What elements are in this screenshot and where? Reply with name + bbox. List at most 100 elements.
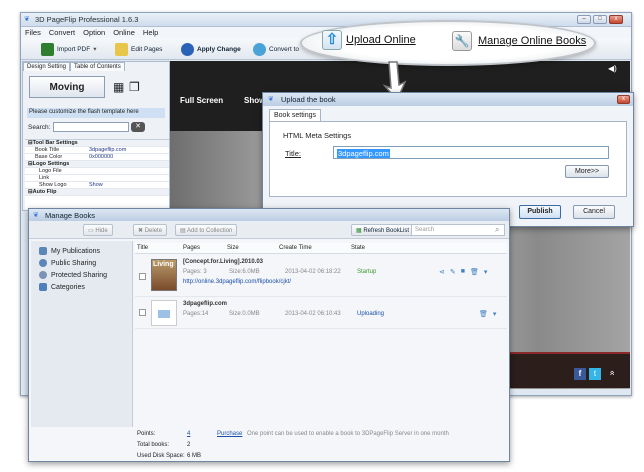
- search-icon[interactable]: ⌕: [495, 225, 499, 235]
- manage-online-books-label: Manage Online Books: [478, 35, 587, 47]
- upload-online-label: Upload Online: [346, 34, 416, 46]
- property-group[interactable]: ⊟Tool Bar Settings: [25, 140, 169, 147]
- collection-icon: ▤: [180, 228, 186, 234]
- book-cover-thumbnail[interactable]: Living: [151, 259, 177, 291]
- copy-icon[interactable]: ❐: [129, 80, 140, 94]
- row-checkbox[interactable]: [139, 273, 146, 280]
- sidebar-item-categories[interactable]: Categories: [39, 283, 85, 291]
- book-size: Size:0.0MB: [229, 311, 260, 317]
- import-pdf-button[interactable]: Import PDF ▾: [41, 41, 97, 57]
- sidebar-label: My Publications: [51, 247, 101, 255]
- publications-icon: [39, 247, 47, 255]
- col-size[interactable]: Size: [227, 245, 239, 251]
- col-title[interactable]: Title: [137, 245, 148, 251]
- add-to-collection-label: Add to Collection: [187, 228, 233, 234]
- share-icon[interactable]: ⋖: [439, 268, 445, 276]
- book-url-link[interactable]: http://online.3dpageflip.com/flipbook/cj…: [183, 279, 291, 285]
- globe-icon: [39, 259, 47, 267]
- menu-files[interactable]: Files: [21, 27, 45, 37]
- book-pages: Pages: 3: [183, 269, 207, 275]
- sidebar-label: Public Sharing: [51, 259, 97, 267]
- property-row[interactable]: Book Title 3dpageflip.com: [25, 147, 169, 154]
- add-to-collection-button[interactable]: ▤ Add to Collection: [175, 224, 238, 236]
- convert-icon: [253, 42, 266, 56]
- chevron-down-icon[interactable]: ▾: [493, 310, 497, 318]
- books-table-header: Title Pages Size Create Time State: [135, 243, 507, 254]
- template-icon[interactable]: ▦: [113, 80, 124, 94]
- property-group[interactable]: ⊟Auto Flip: [25, 189, 169, 196]
- chevron-down-icon[interactable]: ▾: [484, 268, 488, 276]
- tab-table-of-contents[interactable]: Table of Contents: [70, 62, 125, 71]
- template-button[interactable]: Moving: [29, 76, 105, 98]
- sidebar-label: Categories: [51, 283, 85, 291]
- tab-design-setting[interactable]: Design Setting: [23, 62, 71, 71]
- delete-icon: ✖: [138, 228, 144, 234]
- edit-icon[interactable]: ✎: [450, 268, 456, 276]
- customize-note: Please customize the flash template here: [27, 108, 165, 118]
- property-search-input[interactable]: [53, 122, 129, 132]
- menu-help[interactable]: Help: [139, 27, 162, 37]
- menu-online[interactable]: Online: [109, 27, 139, 37]
- book-state: Uploading: [357, 311, 385, 317]
- convert-button[interactable]: Convert to: [253, 41, 299, 57]
- upload-dialog-title: Upload the book: [281, 95, 336, 104]
- property-group[interactable]: ⊟Logo Settings: [25, 161, 169, 168]
- search-label: Search:: [28, 124, 51, 131]
- col-state[interactable]: State: [351, 245, 365, 251]
- template-label: Moving: [49, 81, 85, 93]
- col-create-time[interactable]: Create Time: [279, 245, 312, 251]
- total-books-label: Total books:: [137, 442, 170, 448]
- property-row[interactable]: Logo File: [25, 168, 169, 175]
- apply-change-button[interactable]: Apply Change: [181, 41, 241, 57]
- row-checkbox[interactable]: [139, 309, 146, 316]
- disk-space-value: 6 MB: [187, 453, 202, 459]
- sidebar-item-my-publications[interactable]: My Publications: [39, 247, 100, 255]
- property-row[interactable]: Show Logo Show: [25, 182, 169, 189]
- book-title-input[interactable]: 3dpageflip.com: [333, 146, 609, 159]
- manage-online-books-button[interactable]: 🔧 Manage Online Books: [452, 31, 586, 51]
- menu-convert[interactable]: Convert: [45, 27, 79, 37]
- row-actions: 🗑 ▾: [479, 310, 496, 318]
- upload-online-button[interactable]: ⇧ Upload Online: [322, 30, 416, 50]
- book-time: 2013-04-02 06:18:22: [285, 269, 341, 275]
- stop-icon[interactable]: ■: [461, 268, 465, 276]
- menu-option[interactable]: Option: [79, 27, 109, 37]
- edit-pages-icon: [115, 42, 128, 56]
- col-pages[interactable]: Pages: [183, 245, 200, 251]
- publish-button[interactable]: Publish: [519, 205, 561, 219]
- hide-button[interactable]: ▭ Hide: [83, 224, 113, 236]
- cover-placeholder: [158, 310, 170, 318]
- sidebar-item-public-sharing[interactable]: Public Sharing: [39, 259, 96, 267]
- upload-close-button[interactable]: x: [617, 95, 630, 104]
- purchase-link[interactable]: Purchase: [217, 431, 242, 437]
- cancel-button[interactable]: Cancel: [573, 205, 615, 219]
- app-icon: ❦: [268, 96, 274, 103]
- delete-button[interactable]: ✖ Delete: [133, 224, 168, 236]
- table-row[interactable]: Living [Concept.for.Living].2010.03 Page…: [135, 255, 507, 297]
- more-button[interactable]: More>>: [565, 165, 609, 178]
- minimize-button[interactable]: –: [577, 15, 591, 24]
- tab-book-settings[interactable]: Book settings: [269, 109, 322, 121]
- trash-icon[interactable]: 🗑: [470, 268, 479, 276]
- facebook-icon[interactable]: f: [574, 368, 586, 380]
- table-row[interactable]: 3dpageflip.com Pages:14 Size:0.0MB 2013-…: [135, 297, 507, 329]
- twitter-icon[interactable]: t: [589, 368, 601, 380]
- sound-icon[interactable]: ◀): [608, 64, 617, 73]
- expand-icon[interactable]: »: [607, 370, 617, 375]
- close-button[interactable]: x: [609, 15, 623, 24]
- full-screen-button[interactable]: Full Screen: [180, 96, 223, 105]
- book-cover-thumbnail[interactable]: [151, 300, 177, 326]
- property-row[interactable]: Base Color 0x000000: [25, 154, 169, 161]
- refresh-booklist-button[interactable]: ▦ Refresh BookList: [351, 224, 415, 236]
- sidebar-item-protected-sharing[interactable]: Protected Sharing: [39, 271, 107, 279]
- clear-search-icon[interactable]: ✕: [131, 122, 145, 132]
- import-pdf-icon: [41, 42, 54, 56]
- wrench-icon: 🔧: [452, 31, 472, 51]
- edit-pages-button[interactable]: Edit Pages: [115, 41, 162, 57]
- design-settings-panel: Design Setting Table of Contents Moving ▦…: [22, 61, 170, 211]
- book-search-input[interactable]: Search: [411, 224, 505, 236]
- property-row[interactable]: Link: [25, 175, 169, 182]
- maximize-button[interactable]: □: [593, 15, 607, 24]
- edit-pages-label: Edit Pages: [131, 45, 163, 53]
- trash-icon[interactable]: 🗑: [479, 310, 488, 318]
